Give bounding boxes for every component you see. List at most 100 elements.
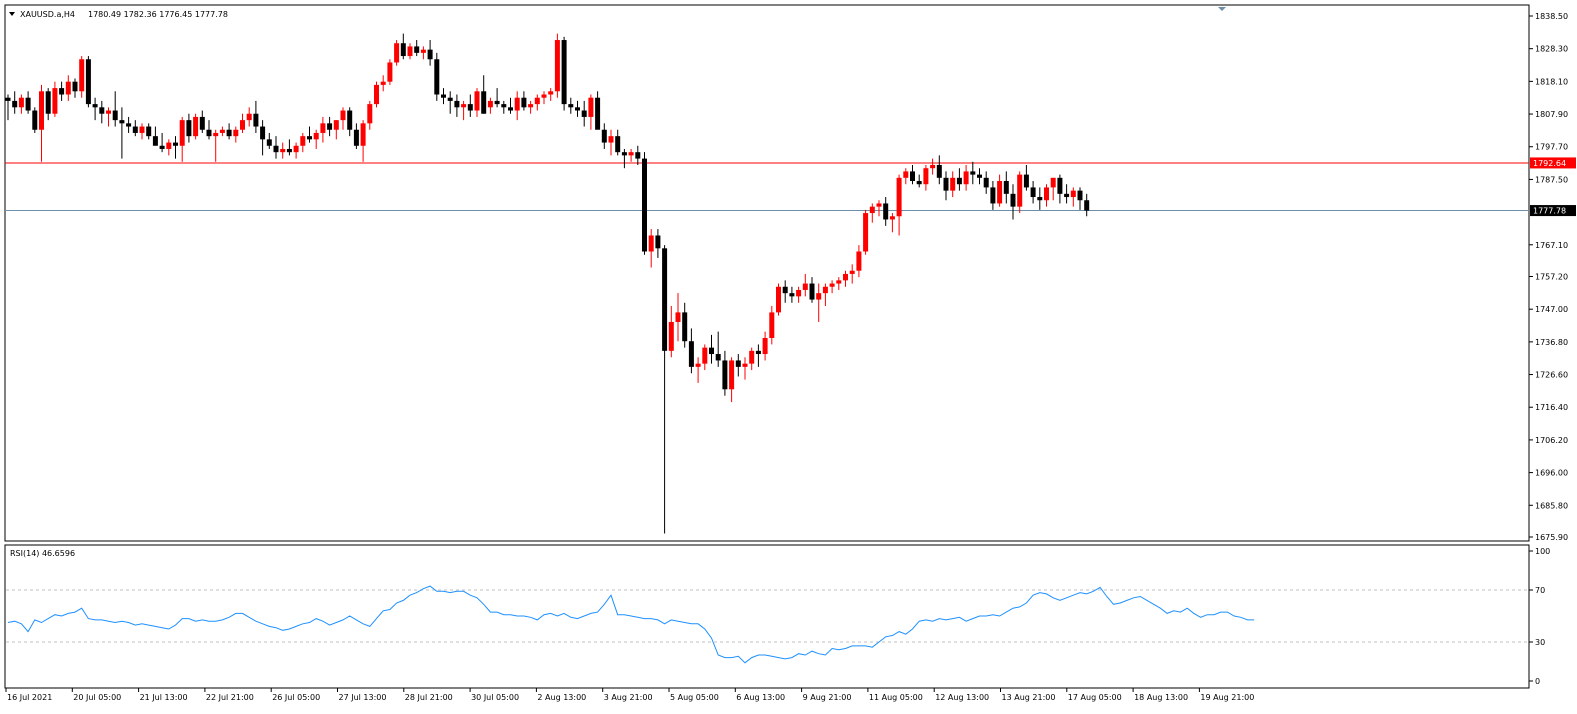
candle-body xyxy=(407,46,413,57)
candle-body xyxy=(802,283,808,290)
symbol-label: XAUUSD.a,H4 xyxy=(20,10,75,19)
candle-body xyxy=(213,132,219,137)
candle-body xyxy=(762,338,768,355)
candle-body xyxy=(112,110,118,121)
candle-body xyxy=(59,88,65,95)
candle-body xyxy=(916,181,922,185)
candle-body xyxy=(1003,181,1009,194)
time-tick-label: 21 Jul 13:00 xyxy=(140,693,188,702)
candle-body xyxy=(983,177,989,188)
time-tick-label: 13 Aug 21:00 xyxy=(1002,693,1056,702)
main-chart-frame xyxy=(4,4,1530,542)
time-tick-label: 9 Aug 21:00 xyxy=(803,693,852,702)
candle-body xyxy=(186,120,192,137)
candle-body xyxy=(327,123,333,130)
candle-body xyxy=(755,350,761,355)
candle-body xyxy=(735,360,741,367)
candle-body xyxy=(729,360,735,390)
candle-body xyxy=(1023,174,1029,188)
candle-body xyxy=(776,286,781,313)
candle-body xyxy=(434,59,440,95)
candle-body xyxy=(1084,200,1090,211)
candle-body xyxy=(454,100,460,108)
candle-body xyxy=(1070,190,1076,198)
candle-body xyxy=(313,132,319,140)
candle-body xyxy=(173,142,178,146)
candle-body xyxy=(179,120,185,146)
price-tick-label: 1797.70 xyxy=(1535,143,1568,152)
price-tick-label: 1716.40 xyxy=(1535,403,1568,412)
candle-body xyxy=(5,97,11,101)
candle-body xyxy=(240,120,245,130)
price-tick-label: 1696.00 xyxy=(1535,469,1568,478)
candle-body xyxy=(528,104,534,108)
candle-body xyxy=(300,136,306,146)
candle-body xyxy=(715,354,721,361)
candle-body xyxy=(487,100,493,108)
time-tick-label: 26 Jul 05:00 xyxy=(272,693,320,702)
candle-body xyxy=(1010,193,1016,207)
candle-body xyxy=(152,136,158,146)
candle-body xyxy=(420,49,426,53)
time-tick-label: 3 Aug 21:00 xyxy=(604,693,653,702)
time-tick-label: 2 Aug 13:00 xyxy=(537,693,586,702)
candle-body xyxy=(461,104,467,108)
candle-body xyxy=(936,164,942,178)
candle-body xyxy=(501,104,507,108)
candle-body xyxy=(394,43,400,63)
candle-body xyxy=(514,97,520,111)
candle-body xyxy=(829,283,835,287)
candle-body xyxy=(615,136,621,153)
candle-body xyxy=(427,49,433,60)
candle-body xyxy=(534,97,540,105)
candle-body xyxy=(99,107,105,114)
candle-body xyxy=(662,248,668,351)
candle-body xyxy=(367,104,373,124)
svg-text:1777.78: 1777.78 xyxy=(1533,207,1566,216)
time-axis: 16 Jul 2021 20 Jul 05:00 21 Jul 13:00 22 Ju… xyxy=(5,688,1254,702)
candle-body xyxy=(796,289,802,297)
candle-body xyxy=(340,110,346,121)
candle-body xyxy=(923,168,929,185)
time-tick-label: 17 Aug 05:00 xyxy=(1068,693,1122,702)
candle-body xyxy=(79,59,85,92)
candle-body xyxy=(226,129,232,137)
candle-body xyxy=(353,129,359,146)
candle-body xyxy=(648,235,654,252)
candle-body xyxy=(106,110,111,114)
candle-body xyxy=(950,177,956,191)
candle-body xyxy=(903,171,909,178)
candle-body xyxy=(1077,190,1083,201)
candle-body xyxy=(856,251,862,271)
candle-body xyxy=(889,216,895,220)
candle-body xyxy=(628,152,634,156)
candle-body xyxy=(286,148,292,153)
price-tick-label: 1807.90 xyxy=(1535,110,1568,119)
candle-body xyxy=(702,347,708,364)
candle-body xyxy=(45,91,51,114)
candle-body xyxy=(816,293,822,300)
candle-body xyxy=(769,312,775,339)
candle-body xyxy=(575,107,580,111)
candle-body xyxy=(25,97,31,111)
candle-body xyxy=(548,91,554,95)
candle-body xyxy=(963,171,969,185)
chart-canvas[interactable]: XAUUSD.a,H4 1780.49 1782.36 1776.45 1777… xyxy=(0,0,1577,714)
candle-body xyxy=(601,129,607,143)
candle-body xyxy=(943,177,949,191)
candle-body xyxy=(159,145,165,149)
candle-body xyxy=(709,347,714,355)
candle-body xyxy=(280,148,286,153)
candle-body xyxy=(65,81,71,95)
candle-body xyxy=(246,113,252,121)
candle-body xyxy=(635,152,641,159)
candle-body xyxy=(474,91,480,111)
price-tick-label: 1818.10 xyxy=(1535,77,1568,86)
time-tick-label: 28 Jul 21:00 xyxy=(405,693,453,702)
candle-body xyxy=(554,40,560,92)
candle-body xyxy=(742,363,748,367)
candle-body xyxy=(1017,174,1023,207)
candle-body xyxy=(467,104,473,111)
candle-body xyxy=(333,120,339,130)
candle-body xyxy=(206,129,212,137)
